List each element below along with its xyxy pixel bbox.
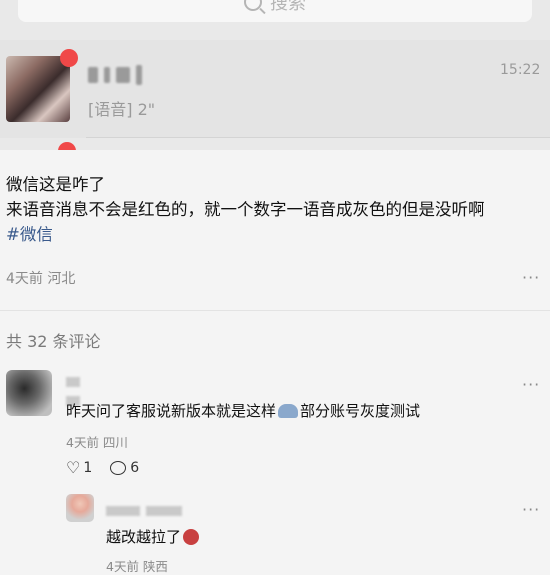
- unread-badge: [60, 49, 78, 67]
- chat-preview: [语音] 2": [88, 100, 156, 119]
- comment-count: 共 32 条评论: [6, 332, 101, 351]
- like-count: 1: [83, 459, 93, 476]
- more-icon[interactable]: ···: [522, 268, 540, 287]
- comment-text: 昨天问了客服说新版本就是这样 部分账号灰度测试: [66, 402, 421, 420]
- search-icon: [244, 0, 262, 11]
- reply-count: 6: [130, 459, 140, 476]
- unread-badge: [58, 142, 76, 150]
- commenter-name-redacted[interactable]: [106, 501, 188, 520]
- commenter-name-redacted[interactable]: [66, 372, 98, 406]
- comment-meta: 4天前 陕西: [106, 559, 168, 574]
- more-icon[interactable]: ···: [522, 500, 540, 519]
- chat-avatar: [6, 56, 70, 122]
- comment-meta: 4天前 四川: [66, 435, 128, 450]
- avatar[interactable]: [66, 494, 94, 522]
- search-bar: 搜索: [18, 0, 532, 22]
- search-placeholder: 搜索: [270, 0, 306, 14]
- divider: [86, 137, 550, 138]
- post-hashtag[interactable]: #微信: [6, 222, 546, 247]
- more-icon[interactable]: ···: [522, 375, 540, 394]
- angry-emoji-icon: [183, 529, 200, 545]
- divider: [0, 310, 550, 311]
- comment-actions: ♡ 1 6: [66, 458, 139, 477]
- post-content: 微信这是咋了 来语音消息不会是红色的，就一个数字一语音成灰色的但是没听啊 #微信: [6, 172, 546, 247]
- heart-icon[interactable]: ♡: [66, 458, 80, 477]
- chat-list-item: [0, 40, 550, 138]
- chat-time: 15:22: [500, 62, 541, 78]
- post-line: 微信这是咋了: [6, 175, 105, 194]
- reply-bubble-icon[interactable]: [110, 460, 127, 475]
- post-line: 来语音消息不会是红色的，就一个数字一语音成灰色的但是没听啊: [6, 200, 485, 219]
- post-meta: 4天前 河北: [6, 271, 76, 287]
- embedded-screenshot: 搜索 [语音] 2" 15:22: [0, 0, 550, 150]
- ship-emoji-icon: [278, 404, 299, 418]
- comment-text: 越改越拉了: [106, 526, 200, 547]
- chat-name-redacted: [88, 64, 148, 85]
- avatar[interactable]: [6, 370, 52, 416]
